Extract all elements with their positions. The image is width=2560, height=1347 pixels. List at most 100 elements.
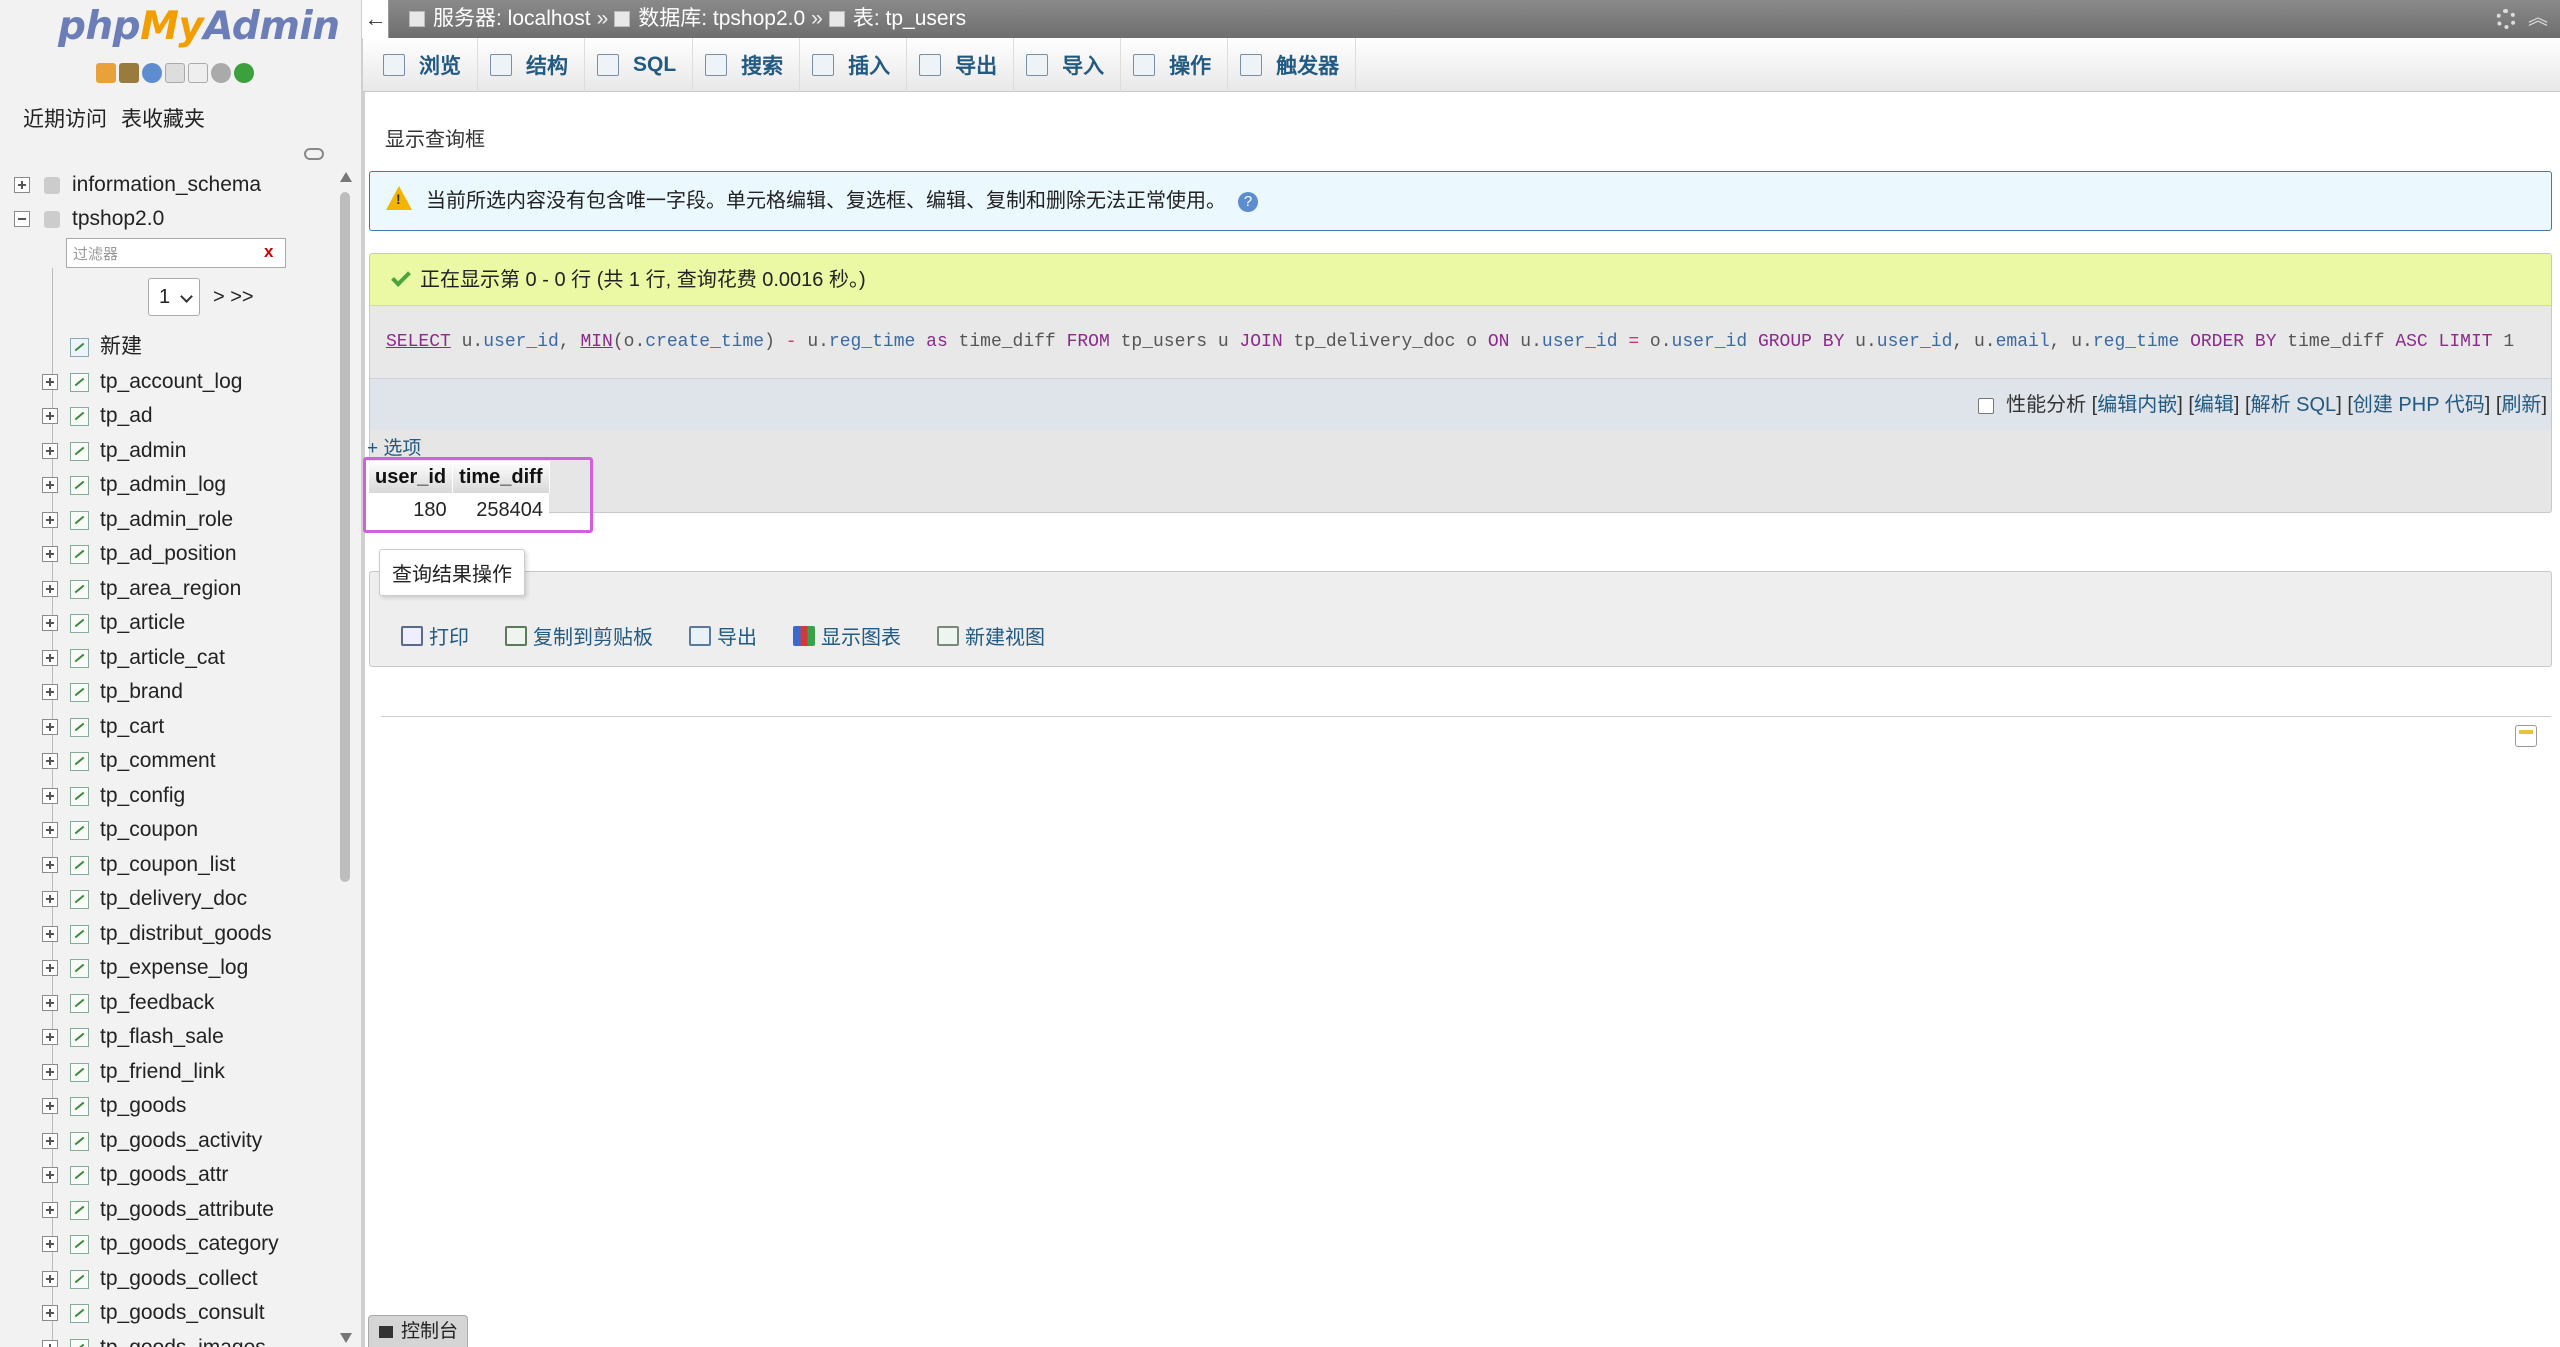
table-item[interactable]: tp_admin — [0, 434, 340, 469]
table-item[interactable]: tp_goods_collect — [0, 1262, 340, 1297]
reload-icon[interactable] — [234, 63, 254, 83]
exit-icon[interactable] — [119, 63, 139, 83]
expand-icon[interactable] — [42, 1098, 58, 1114]
tab-import[interactable]: 导入 — [1014, 38, 1122, 92]
expand-icon[interactable] — [42, 753, 58, 769]
gear-icon[interactable] — [211, 63, 231, 83]
profiling-checkbox[interactable] — [1978, 397, 1995, 414]
create-php-code-link[interactable]: 创建 PHP 代码 — [2353, 394, 2485, 416]
table-icon[interactable] — [70, 1235, 89, 1254]
table-item[interactable]: tp_coupon — [0, 813, 340, 848]
table-icon[interactable] — [70, 890, 89, 909]
table-icon[interactable] — [70, 1338, 89, 1347]
table-item[interactable]: tp_goods_attr — [0, 1158, 340, 1193]
clear-filter-button[interactable]: x — [264, 242, 273, 262]
expand-icon[interactable] — [42, 1339, 58, 1347]
table-item[interactable]: tp_admin_log — [0, 468, 340, 503]
table-item[interactable]: tp_cart — [0, 710, 340, 745]
table-item[interactable]: tp_ad — [0, 399, 340, 434]
table-icon[interactable] — [70, 545, 89, 564]
table-icon[interactable] — [70, 1269, 89, 1289]
table-item[interactable]: tp_goods_activity — [0, 1124, 340, 1159]
table-item[interactable]: tp_coupon_list — [0, 848, 340, 883]
table-icon[interactable] — [70, 441, 89, 461]
recent-tab[interactable]: 近期访问 — [16, 100, 114, 136]
table-icon[interactable] — [70, 717, 89, 737]
refresh-link[interactable]: 刷新 — [2501, 394, 2541, 416]
expand-icon[interactable] — [42, 546, 58, 562]
table-icon[interactable] — [70, 1200, 89, 1220]
table-item[interactable]: tp_distribut_goods — [0, 917, 340, 952]
table-icon[interactable] — [70, 510, 89, 530]
page-select[interactable]: 1 — [148, 278, 200, 316]
tab-export[interactable]: 导出 — [907, 38, 1015, 92]
tab-sql[interactable]: SQL — [585, 38, 694, 92]
expand-icon[interactable] — [42, 684, 58, 700]
tab-search[interactable]: 搜索 — [693, 38, 801, 92]
table-item[interactable]: tp_feedback — [0, 986, 340, 1021]
console-tab[interactable]: 控制台 — [368, 1315, 468, 1347]
table-icon[interactable] — [70, 786, 89, 806]
expand-icon[interactable] — [42, 1201, 58, 1218]
expand-icon[interactable] — [42, 511, 58, 528]
table-item[interactable]: tp_goods — [0, 1089, 340, 1124]
table-icon[interactable] — [70, 476, 89, 495]
collapse-icon[interactable] — [14, 211, 30, 227]
table-icon[interactable] — [70, 752, 89, 771]
expand-icon[interactable] — [42, 960, 58, 976]
copy-icon[interactable] — [188, 63, 208, 83]
help-icon[interactable]: ? — [1238, 191, 1258, 212]
column-header[interactable]: user_id — [369, 461, 454, 493]
table-cell[interactable]: 180 — [369, 493, 453, 527]
table-icon[interactable] — [70, 614, 89, 633]
next-page-link[interactable]: > >> — [213, 286, 254, 309]
table-icon[interactable] — [70, 855, 89, 875]
expand-icon[interactable] — [42, 477, 58, 493]
db-information-schema[interactable]: information_schema — [0, 168, 340, 202]
table-filter-input[interactable]: 过滤器 — [66, 238, 286, 268]
scroll-down-icon[interactable] — [340, 1333, 352, 1343]
tab-structure[interactable]: 结构 — [478, 38, 585, 92]
table-icon[interactable] — [70, 372, 89, 392]
expand-icon[interactable] — [14, 177, 30, 193]
table-item[interactable]: tp_goods_images — [0, 1331, 340, 1347]
table-icon[interactable] — [70, 1166, 89, 1185]
edit-inline-link[interactable]: 编辑内嵌 — [2097, 394, 2177, 416]
home-icon[interactable] — [96, 63, 116, 83]
tab-insert[interactable]: 插入 — [800, 38, 908, 92]
expand-icon[interactable] — [42, 856, 58, 873]
table-item[interactable]: tp_ad_position — [0, 537, 340, 572]
tab-triggers[interactable]: 触发器 — [1228, 38, 1357, 92]
sidebar-scrollbar[interactable] — [336, 168, 354, 1347]
expand-icon[interactable] — [42, 718, 58, 735]
table-cell[interactable]: 258404 — [452, 493, 549, 527]
expand-icon[interactable] — [42, 822, 58, 838]
expand-icon[interactable] — [42, 1305, 58, 1321]
table-icon[interactable] — [70, 407, 89, 426]
options-link[interactable]: + 选项 — [367, 433, 421, 460]
docs-icon[interactable] — [165, 63, 185, 83]
table-icon[interactable] — [70, 1304, 89, 1323]
table-icon[interactable] — [70, 683, 89, 702]
expand-icon[interactable] — [42, 1270, 58, 1287]
table-icon[interactable] — [70, 1097, 89, 1116]
table-icon[interactable] — [70, 648, 89, 668]
table-item[interactable]: tp_goods_category — [0, 1227, 340, 1262]
scroll-thumb[interactable] — [340, 192, 350, 882]
edit-link[interactable]: 编辑 — [2194, 394, 2234, 416]
breadcrumb-table[interactable]: 表: tp_users — [853, 0, 966, 38]
phpmyadmin-logo[interactable]: phpMyAdmin — [58, 4, 340, 49]
collapse-up-icon[interactable]: ︽ — [2528, 8, 2548, 28]
table-item[interactable]: tp_area_region — [0, 572, 340, 607]
expand-icon[interactable] — [42, 1132, 58, 1149]
link-with-main-icon[interactable] — [304, 148, 324, 160]
help-icon[interactable] — [142, 63, 162, 83]
favorites-tab[interactable]: 表收藏夹 — [114, 100, 212, 136]
tab-browse[interactable]: 浏览 — [371, 38, 478, 92]
table-item[interactable]: tp_article — [0, 606, 340, 641]
expand-icon[interactable] — [42, 1063, 58, 1080]
back-button[interactable]: ← — [363, 0, 389, 38]
table-item[interactable]: tp_goods_consult — [0, 1296, 340, 1331]
expand-icon[interactable] — [42, 994, 58, 1011]
display-chart-link[interactable]: 显示图表 — [793, 621, 901, 650]
